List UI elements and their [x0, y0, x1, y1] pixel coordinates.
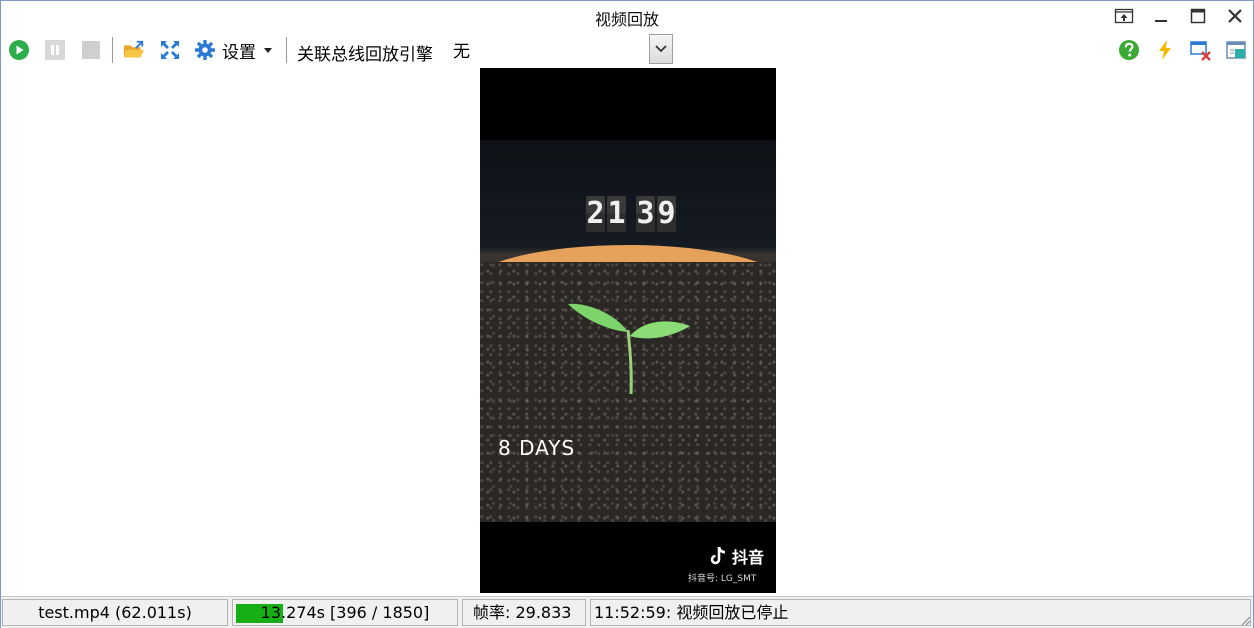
pin-top-button[interactable] [1112, 5, 1136, 27]
pin-top-icon [1114, 8, 1134, 24]
pause-button[interactable] [44, 39, 66, 61]
clock-digit: 1 [607, 196, 626, 232]
chevron-down-icon [264, 47, 272, 53]
export-icon [1226, 41, 1246, 59]
watermark-brand: 抖音 [732, 548, 765, 567]
settings-label: 设置 [222, 42, 256, 63]
chevron-down-icon [655, 45, 667, 53]
help-icon [1119, 40, 1139, 60]
clock-digit: 3 [636, 196, 655, 232]
export-button[interactable] [1226, 39, 1248, 61]
close-view-button[interactable] [1190, 39, 1212, 61]
pause-icon [45, 40, 65, 60]
open-folder-icon [123, 40, 145, 58]
sprout-illustration [568, 303, 690, 395]
settings-menu-button[interactable]: 设置 [194, 38, 272, 63]
status-file: test.mp4 (62.011s) [2, 599, 228, 626]
lightning-button[interactable] [1154, 39, 1176, 61]
video-playback-window: 视频回放 设置 关联总线回放引擎 无 2 1 3 9 8 DAYS 抖音 抖音号… [0, 0, 1254, 628]
watermark-id: 抖音号: LG_SMT [688, 574, 757, 584]
status-message: 11:52:59: 视频回放已停止 [590, 599, 1251, 626]
bus-playback-engine-label: 关联总线回放引擎 [297, 45, 433, 65]
open-file-button[interactable] [123, 39, 145, 61]
fullscreen-button[interactable] [159, 39, 181, 61]
stop-button[interactable] [80, 39, 102, 61]
resize-grip-icon[interactable] [1239, 614, 1251, 626]
title-bar: 视频回放 [1, 1, 1253, 32]
close-window-icon [1190, 41, 1211, 61]
video-viewport[interactable]: 2 1 3 9 8 DAYS 抖音 抖音号: LG_SMT [1, 68, 1253, 596]
status-bar: test.mp4 (62.011s) 13.274s [396 / 1850] … [1, 596, 1253, 628]
stop-icon [82, 41, 100, 59]
minimize-button[interactable] [1149, 5, 1173, 27]
close-button[interactable] [1223, 5, 1247, 27]
playback-progress[interactable]: 13.274s [396 / 1850] [232, 599, 458, 626]
lightning-icon [1159, 40, 1171, 60]
toolbar-separator [286, 37, 287, 63]
gear-icon [195, 40, 215, 60]
engine-dropdown-button[interactable] [649, 34, 673, 64]
maximize-button[interactable] [1186, 5, 1210, 27]
play-button[interactable] [8, 39, 30, 61]
toolbar: 设置 关联总线回放引擎 无 [1, 32, 1253, 69]
engine-selected-value: 无 [453, 41, 470, 62]
bus-playback-engine-select[interactable]: 无 [447, 34, 673, 64]
play-icon [9, 40, 29, 60]
status-frame-rate: 帧率: 29.833 [462, 599, 586, 626]
video-watermark: 抖音 抖音号: LG_SMT [688, 544, 776, 584]
days-overlay-text: 8 DAYS [498, 436, 576, 460]
video-scene: 2 1 3 9 8 DAYS [480, 140, 776, 522]
tiktok-logo-icon [710, 546, 726, 565]
video-frame[interactable]: 2 1 3 9 8 DAYS 抖音 抖音号: LG_SMT [480, 68, 776, 593]
progress-text: 13.274s [396 / 1850] [260, 603, 430, 622]
window-title: 视频回放 [594, 10, 659, 29]
maximize-icon [1190, 8, 1206, 24]
clock-digit: 2 [586, 196, 605, 232]
help-button[interactable] [1118, 39, 1140, 61]
minimize-icon [1155, 20, 1167, 22]
fullscreen-icon [161, 41, 179, 59]
clock-digit: 9 [657, 196, 676, 232]
toolbar-separator [112, 37, 113, 63]
close-icon [1228, 9, 1242, 23]
flip-clock: 2 1 3 9 [586, 196, 676, 232]
